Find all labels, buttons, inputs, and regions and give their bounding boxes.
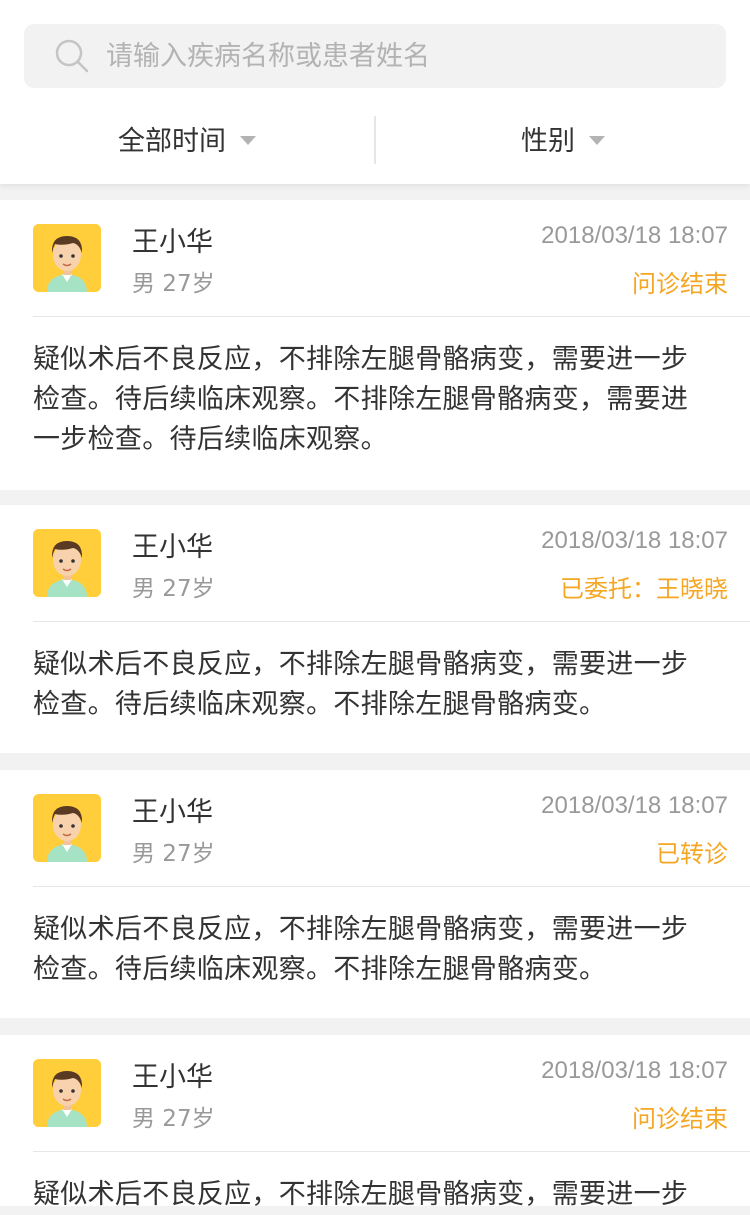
search-icon [55,39,89,73]
consultation-card[interactable]: 王小华 男 27岁 2018/03/18 18:07 问诊结束 疑似术后不良反应… [0,200,750,490]
consultation-description: 疑似术后不良反应，不排除左腿骨骼病变，需要进一步检查。待后续临床观察。不排除左腿… [33,914,689,985]
consultation-description: 疑似术后不良反应，不排除左腿骨骼病变，需要进一步检查。待后续临床观察。不排除左腿… [33,649,689,720]
avatar [33,224,101,292]
divider [33,1151,750,1152]
consultation-description: 疑似术后不良反应，不排除左腿骨骼病变，需要进一步 [33,1179,689,1210]
consultation-time: 2018/03/18 18:07 [541,792,728,819]
gender-filter-label: 性别 [521,125,575,157]
consultation-card[interactable]: 王小华 男 27岁 2018/03/18 18:07 已委托：王晓晓 疑似术后不… [0,505,750,753]
avatar [33,794,101,862]
status-badge: 已转诊 [656,840,728,868]
search-input[interactable] [106,34,706,78]
avatar [33,529,101,597]
gender-filter-dropdown[interactable]: 性别 [376,110,750,166]
consultation-card[interactable]: 王小华 男 27岁 2018/03/18 18:07 问诊结束 疑似术后不良反应… [0,1035,750,1210]
patient-name: 王小华 [132,797,213,828]
time-filter-label: 全部时间 [118,125,226,157]
consultation-description: 疑似术后不良反应，不排除左腿骨骼病变，需要进一步检查。待后续临床观察。不排除左腿… [33,344,689,455]
patient-gender-age: 男 27岁 [132,576,215,602]
chevron-down-icon [589,135,605,145]
divider [33,316,750,317]
patient-name: 王小华 [132,532,213,563]
time-filter-dropdown[interactable]: 全部时间 [0,110,374,166]
chevron-down-icon [240,135,256,145]
search-bar[interactable] [24,24,726,88]
patient-name: 王小华 [132,1062,213,1093]
avatar [33,1059,101,1127]
patient-gender-age: 男 27岁 [132,1106,215,1132]
status-badge: 已委托：王晓晓 [560,575,728,603]
consultation-time: 2018/03/18 18:07 [541,222,728,249]
status-badge: 问诊结束 [632,1105,728,1133]
patient-gender-age: 男 27岁 [132,271,215,297]
patient-gender-age: 男 27岁 [132,841,215,867]
patient-name: 王小华 [132,227,213,258]
consultation-time: 2018/03/18 18:07 [541,527,728,554]
status-badge: 问诊结束 [632,270,728,298]
consultation-time: 2018/03/18 18:07 [541,1057,728,1084]
consultation-card[interactable]: 王小华 男 27岁 2018/03/18 18:07 已转诊 疑似术后不良反应，… [0,770,750,1018]
divider [33,621,750,622]
divider [33,886,750,887]
header: 全部时间 性别 [0,0,750,184]
